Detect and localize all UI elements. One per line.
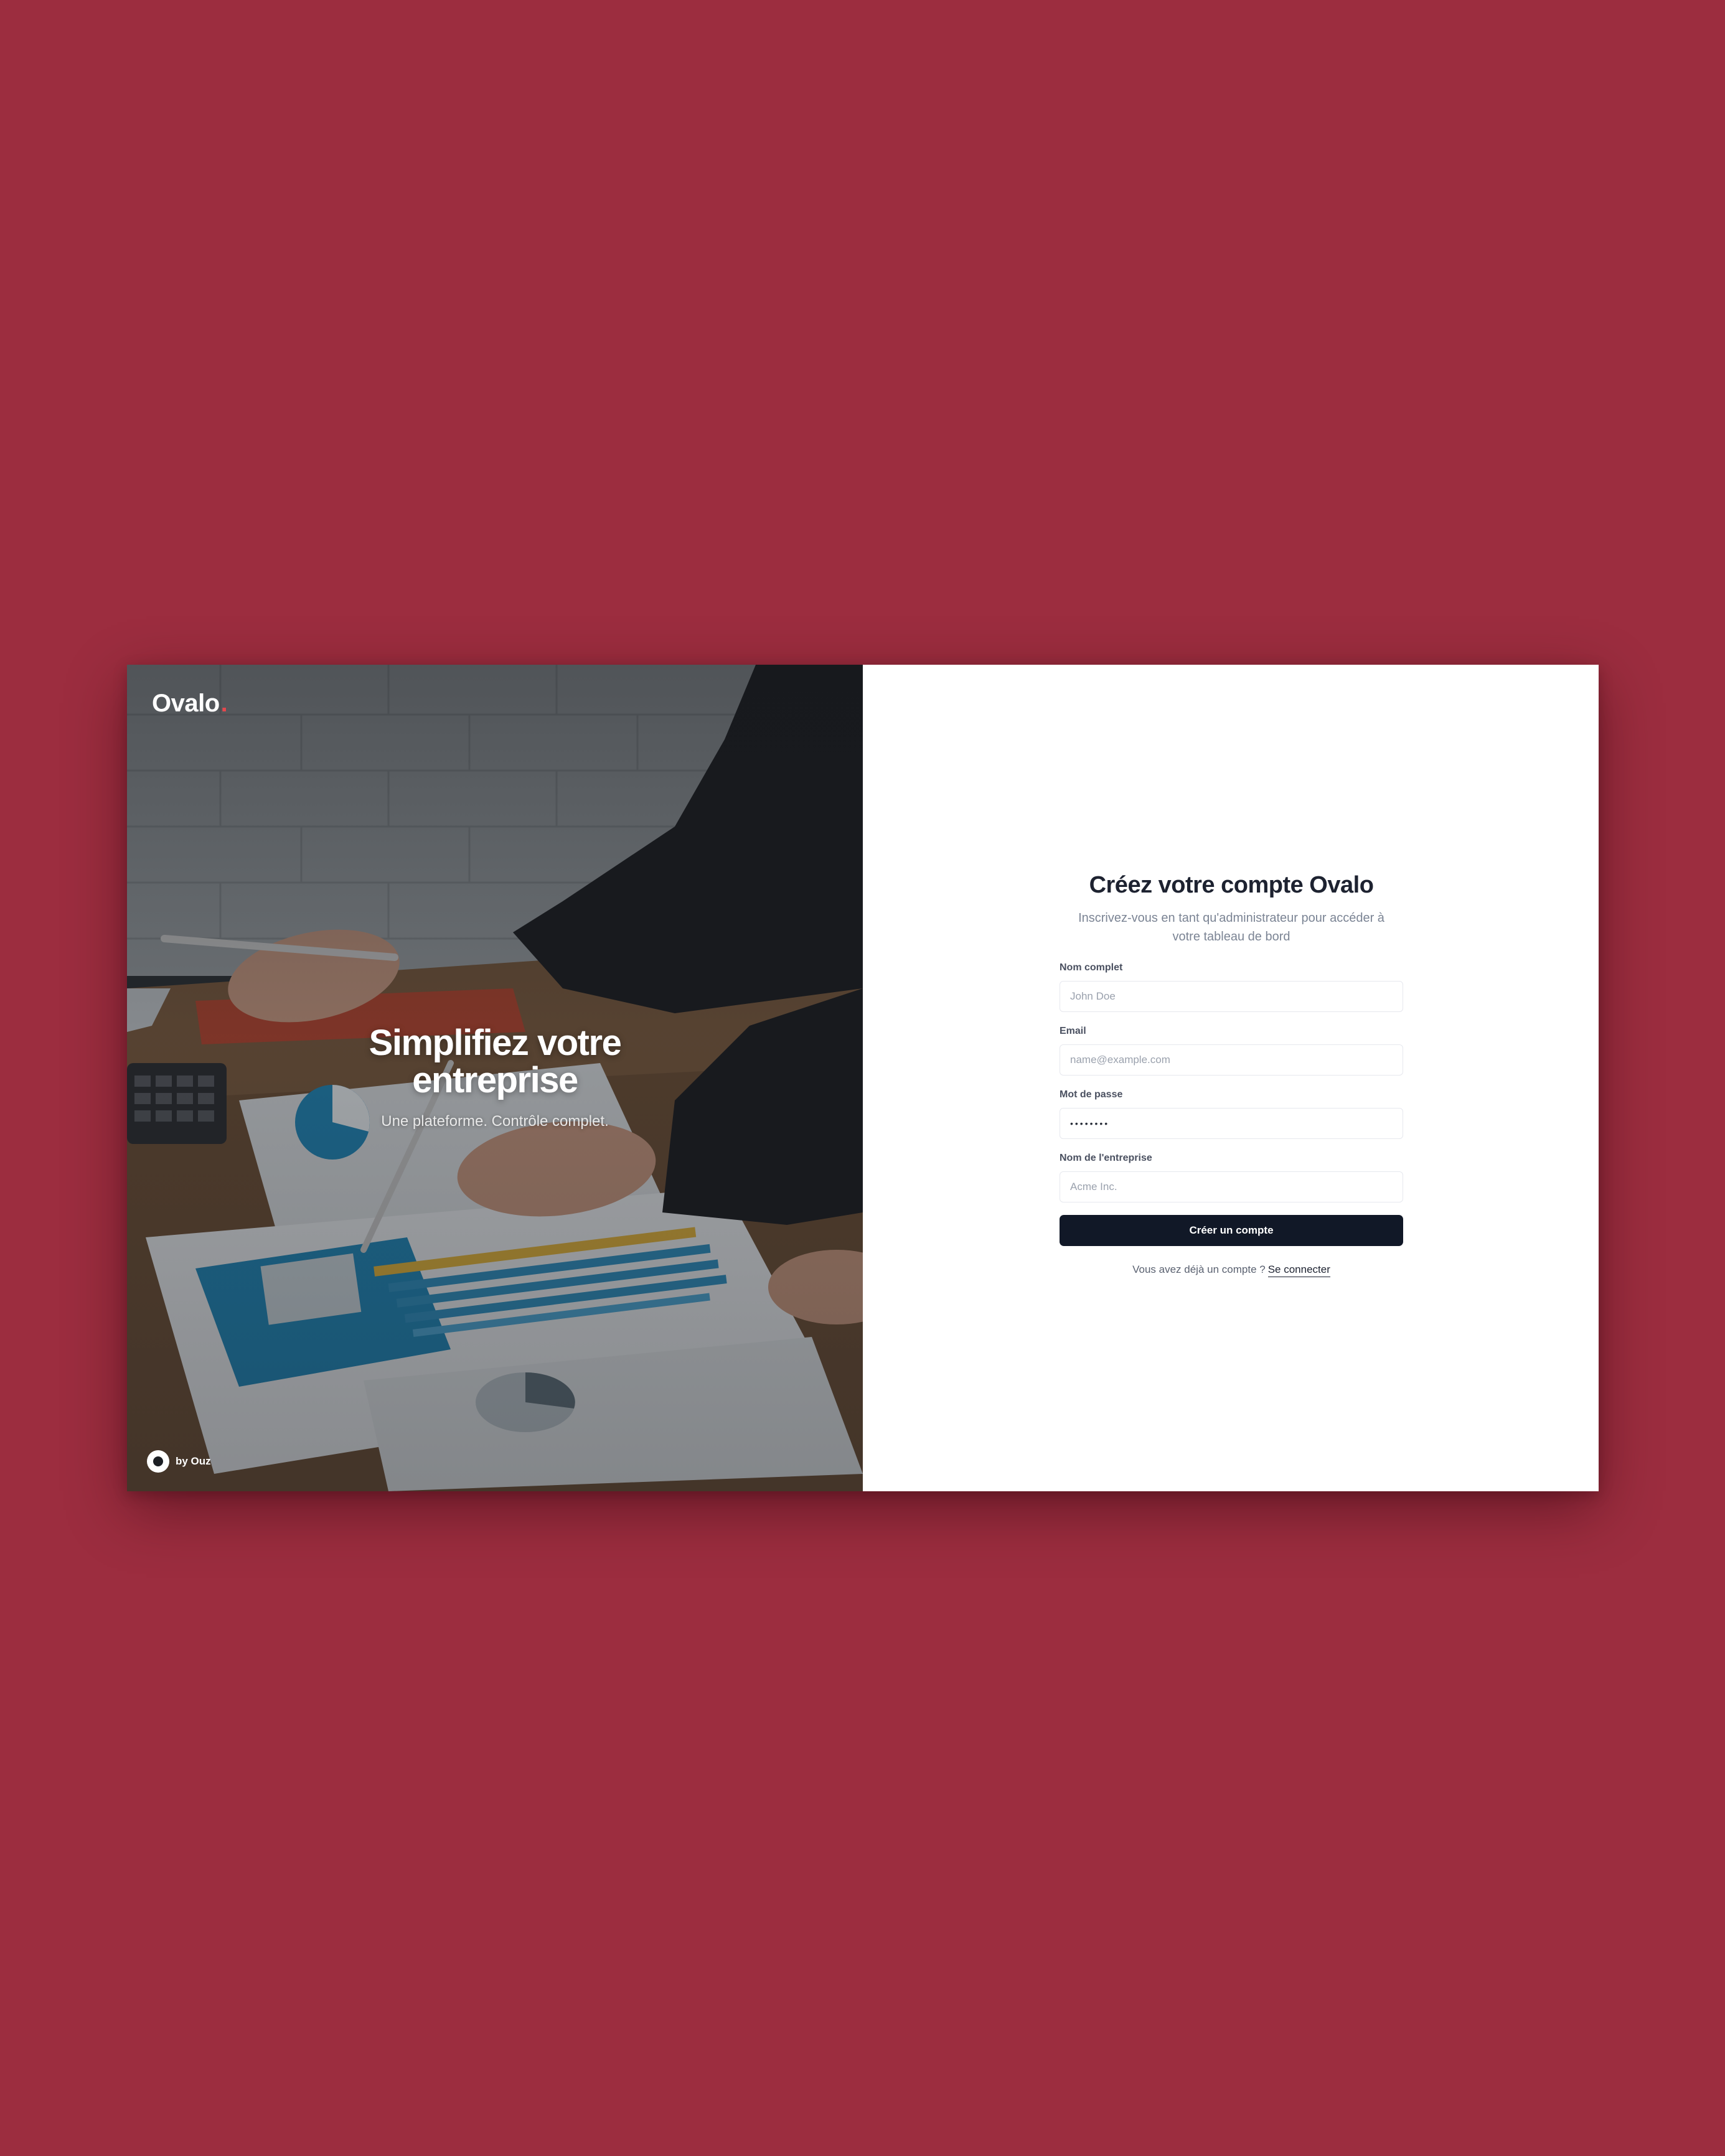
byline: by Ouz <box>147 1450 211 1473</box>
byline-logo-icon <box>147 1450 169 1473</box>
company-name-input[interactable] <box>1060 1171 1403 1202</box>
signin-link[interactable]: Se connecter <box>1267 1263 1330 1277</box>
hero-panel: Ovalo. Simplifiez votre entreprise Une p… <box>127 665 863 1491</box>
byline-text: by Ouz <box>176 1455 211 1467</box>
company-name-label: Nom de l'entreprise <box>1060 1153 1152 1163</box>
password-input[interactable] <box>1060 1108 1403 1139</box>
full-name-field-group: Nom complet <box>1060 962 1403 1012</box>
full-name-label: Nom complet <box>1060 962 1123 973</box>
create-account-button[interactable]: Créer un compte <box>1060 1215 1403 1246</box>
hero-text-block: Simplifiez votre entreprise Une platefor… <box>127 1024 863 1130</box>
full-name-input[interactable] <box>1060 981 1403 1012</box>
brand-accent-dot: . <box>220 690 228 717</box>
email-label: Email <box>1060 1026 1086 1036</box>
brand-logo[interactable]: Ovalo. <box>152 690 228 718</box>
form-subtitle: Inscrivez-vous en tant qu'administrateur… <box>1078 911 1384 944</box>
brand-name: Ovalo <box>152 690 220 717</box>
signup-window: Ovalo. Simplifiez votre entreprise Une p… <box>127 665 1599 1491</box>
email-input[interactable] <box>1060 1044 1403 1076</box>
email-field-group: Email <box>1060 1026 1403 1076</box>
form-title: Créez votre compte Ovalo <box>1089 872 1374 898</box>
form-panel: Créez votre compte Ovalo Inscrivez-vous … <box>863 665 1599 1491</box>
password-field-group: Mot de passe <box>1060 1089 1403 1139</box>
signin-prompt-line: Vous avez déjà un compte ? Se connecter <box>1060 1263 1403 1277</box>
signin-prompt-text: Vous avez déjà un compte ? <box>1132 1263 1266 1275</box>
signup-form: Créez votre compte Ovalo Inscrivez-vous … <box>1060 872 1403 1277</box>
hero-subtitle: Une plateforme. Contrôle complet. <box>381 1113 609 1130</box>
company-field-group: Nom de l'entreprise <box>1060 1153 1403 1202</box>
password-label: Mot de passe <box>1060 1089 1123 1100</box>
hero-title: Simplifiez votre entreprise <box>369 1023 622 1100</box>
